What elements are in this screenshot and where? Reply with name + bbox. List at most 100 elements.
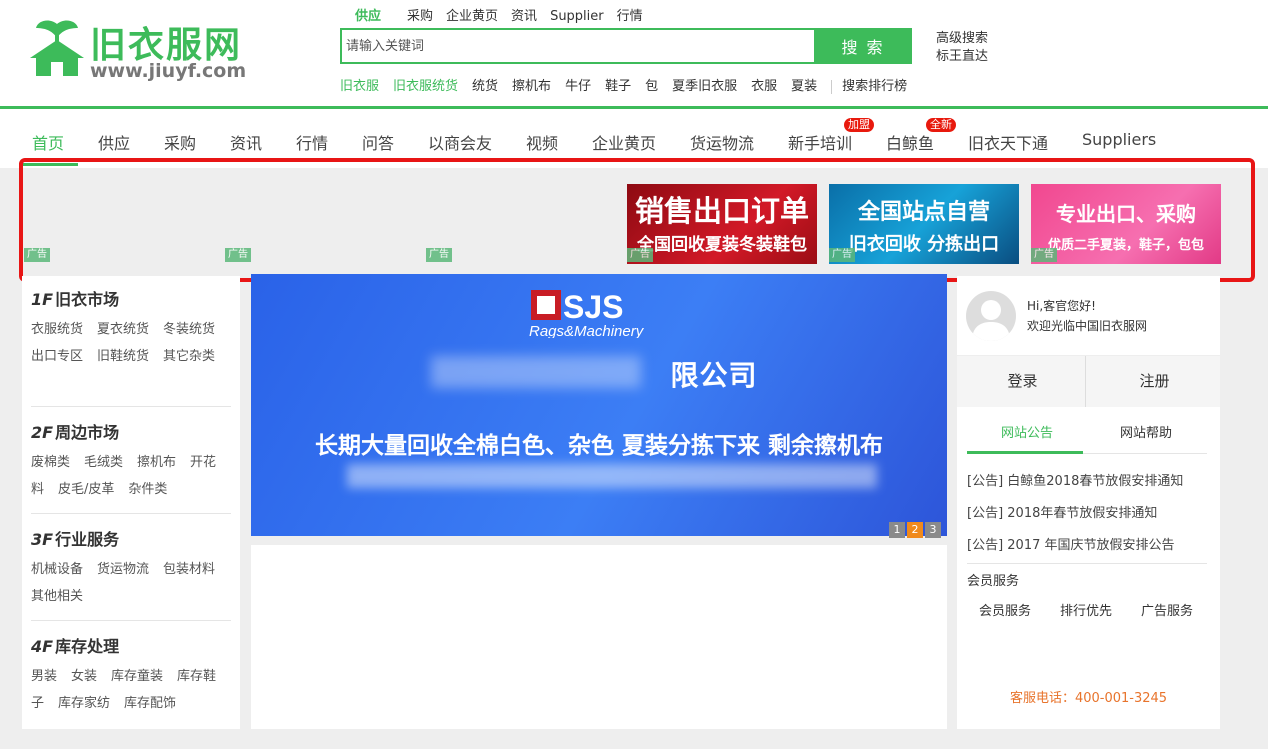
category-title[interactable]: 2F 周边市场 [31,423,231,443]
nav-purchase[interactable]: 采购 [164,130,196,154]
category-link[interactable]: 女装 [71,669,97,684]
nav-training[interactable]: 新手培训 加盟 [788,118,874,154]
notice-tabs: 网站公告 网站帮助 [967,416,1207,454]
notice-item[interactable]: [公告] 2018年春节放假安排通知 [967,502,1157,521]
hero-banner[interactable]: SJS Rags&Machinery 限公司 长期大量回收全棉白色、杂色 夏装分… [251,274,947,538]
active-tab-indicator [967,451,1083,454]
hot-keyword[interactable]: 统货 [472,79,498,94]
category-title-text: 行业服务 [55,530,120,549]
pager-dot[interactable]: 3 [925,522,941,538]
category-title[interactable]: 3F 行业服务 [31,530,231,550]
divider [831,79,833,94]
bid-link[interactable]: 标王直达 [936,48,988,66]
search-tab-yellowpages[interactable]: 企业黄页 [446,9,498,24]
tab-announcements[interactable]: 网站公告 [1001,422,1053,441]
search-button[interactable]: 搜 索 [814,28,912,64]
category-link[interactable]: 夏衣统货 [97,322,149,337]
hot-keyword[interactable]: 旧衣服 [340,79,379,94]
category-link[interactable]: 包装材料 [163,562,215,577]
search-tab-purchase[interactable]: 采购 [407,9,433,24]
category-title-text: 旧衣市场 [55,290,120,309]
category-link[interactable]: 库存家纺 [58,696,110,711]
category-link[interactable]: 旧鞋统货 [97,349,149,364]
nav-tianxiatong[interactable]: 旧衣天下通 [968,130,1048,154]
site-logo[interactable]: 旧衣服网 www.jiuyf.com [26,14,256,84]
new-badge: 全新 [926,118,956,132]
category-link[interactable]: 其他相关 [31,589,83,604]
search-tab-supplier[interactable]: Supplier [550,9,604,24]
search-tab-market[interactable]: 行情 [617,9,643,24]
category-link[interactable]: 杂件类 [128,482,167,497]
category-title[interactable]: 4F 库存处理 [31,637,231,657]
nav-home[interactable]: 首页 [32,130,64,154]
nav-logistics[interactable]: 货运物流 [690,130,754,154]
login-button[interactable]: 登录 [957,356,1088,407]
category-link[interactable]: 擦机布 [137,455,176,470]
nav-suppliers[interactable]: Suppliers [1082,130,1156,149]
nav-whale[interactable]: 白鲸鱼 全新 [886,118,956,154]
member-service-link[interactable]: 会员服务 [979,600,1031,619]
banner-pager: 123 [887,518,941,538]
welcome-text: 欢迎光临中国旧衣服网 [1027,319,1148,333]
category-link[interactable]: 库存童装 [111,669,163,684]
user-sidebar: Hi,客官您好! 欢迎光临中国旧衣服网 登录 注册 网站公告 网站帮助 [公告]… [957,276,1220,729]
nav-qa[interactable]: 问答 [362,130,394,154]
category-link[interactable]: 冬装统货 [163,322,215,337]
sjs-logo: SJS Rags&Machinery [529,289,645,338]
hot-keyword[interactable]: 牛仔 [565,79,591,94]
nav-video[interactable]: 视频 [526,130,558,154]
floor-label: 2F [31,423,54,442]
hot-keyword[interactable]: 夏季旧衣服 [672,79,737,94]
hot-keyword[interactable]: 鞋子 [605,79,631,94]
customer-hotline: 客服电话：400-001-3245 [1009,691,1168,706]
nav-business-friends[interactable]: 以商会友 [428,130,492,154]
search-ranking-link[interactable]: 搜索排行榜 [842,79,907,94]
ranking-priority-link[interactable]: 排行优先 [1060,600,1112,619]
logo-url: www.jiuyf.com [90,60,247,82]
divider [31,406,231,407]
banner-slogan: 长期大量回收全棉白色、杂色 夏装分拣下来 剩余擦机布 [314,433,883,459]
floor-label: 3F [31,530,54,549]
brand-text: SJS [563,289,623,325]
avatar [966,291,1016,341]
nav-yellowpages[interactable]: 企业黄页 [592,130,656,154]
search-extra-links: 高级搜索 标王直达 [936,30,988,66]
divider [1085,356,1086,407]
hot-keyword[interactable]: 旧衣服统货 [393,79,458,94]
category-link[interactable]: 男装 [31,669,57,684]
advanced-search-link[interactable]: 高级搜索 [936,30,988,48]
category-title[interactable]: 1F 旧衣市场 [31,290,231,310]
user-box: Hi,客官您好! 欢迎光临中国旧衣服网 [957,276,1220,356]
category-link[interactable]: 皮毛/皮革 [58,482,114,497]
search-tab-news[interactable]: 资讯 [511,9,537,24]
category-link[interactable]: 库存配饰 [124,696,176,711]
nav-news[interactable]: 资讯 [230,130,262,154]
nav-market[interactable]: 行情 [296,130,328,154]
floor-label: 1F [31,290,54,309]
category-link[interactable]: 出口专区 [31,349,83,364]
tab-help[interactable]: 网站帮助 [1120,422,1172,441]
hot-keyword[interactable]: 包 [645,79,658,94]
category-link[interactable]: 衣服统货 [31,322,83,337]
hot-keyword[interactable]: 衣服 [751,79,777,94]
nav-supply[interactable]: 供应 [98,130,130,154]
search-input[interactable] [346,33,806,59]
category-link[interactable]: 机械设备 [31,562,83,577]
category-link[interactable]: 毛绒类 [84,455,123,470]
category-link[interactable]: 废棉类 [31,455,70,470]
category-link[interactable]: 货运物流 [97,562,149,577]
hot-keyword[interactable]: 夏装 [791,79,817,94]
nav-training-label: 新手培训 [788,134,853,153]
pager-dot[interactable]: 1 [889,522,905,538]
hot-keyword[interactable]: 擦机布 [512,79,551,94]
notice-item[interactable]: [公告] 白鲸鱼2018春节放假安排通知 [967,470,1183,489]
register-button[interactable]: 注册 [1089,356,1220,407]
user-icon [972,300,1010,341]
category-link[interactable]: 其它杂类 [163,349,215,364]
search-tab-supply[interactable]: 供应 [355,9,381,24]
pager-dot-active[interactable]: 2 [907,522,923,538]
ad-service-link[interactable]: 广告服务 [1141,600,1193,619]
notice-item[interactable]: [公告] 2017 年国庆节放假安排公告 [967,534,1175,553]
divider [967,563,1207,564]
category-sidebar: 1F 旧衣市场 衣服统货 夏衣统货 冬装统货出口专区 旧鞋统货 其它杂类 2F 周边市场 废… [22,276,240,729]
